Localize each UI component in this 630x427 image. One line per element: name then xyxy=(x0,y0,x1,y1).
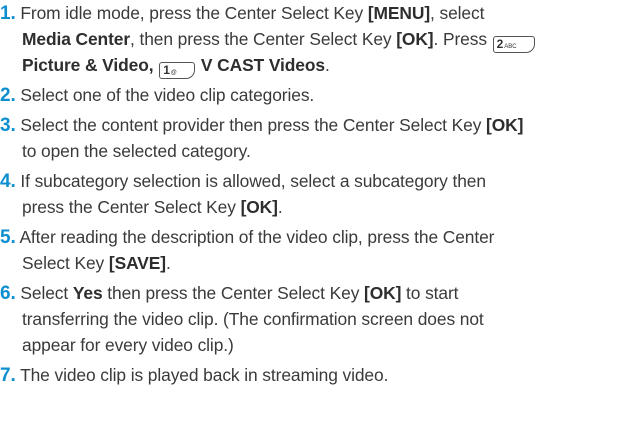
key-label: [MENU] xyxy=(367,3,431,23)
step-text: Select one of the video clip categories. xyxy=(20,85,315,105)
step-text: , xyxy=(148,55,159,75)
step-text: press the Center Select Key xyxy=(22,197,241,217)
step-text: appear for every video clip.) xyxy=(22,335,234,355)
step-text: Select Key xyxy=(22,253,109,273)
instruction-document: 1. From idle mode, press the Center Sele… xyxy=(0,0,630,427)
step-1-line-2: Media Center, then press the Center Sele… xyxy=(22,28,536,53)
step-text: After reading the description of the vid… xyxy=(19,227,495,247)
menu-item-label: Media Center xyxy=(22,29,131,49)
keypad-2-abc-icon: 2ABC xyxy=(492,36,535,53)
step-text: to open the selected category. xyxy=(22,141,251,161)
key-label: [OK] xyxy=(364,283,402,303)
step-text: . Press xyxy=(433,29,492,49)
step-1-line-1: 1. From idle mode, press the Center Sele… xyxy=(0,2,484,25)
step-number: 4. xyxy=(0,171,16,192)
step-number: 7. xyxy=(0,365,16,386)
step-7-line-1: 7. The video clip is played back in stre… xyxy=(0,364,388,387)
step-text: to start xyxy=(401,283,459,303)
step-1-line-3: Picture & Video, 1@ V CAST Videos. xyxy=(22,54,330,79)
step-text: From idle mode, press the Center Select … xyxy=(20,3,368,23)
key-label: [SAVE] xyxy=(108,253,166,273)
step-4-line-1: 4. If subcategory selection is allowed, … xyxy=(0,170,486,193)
step-text: . xyxy=(277,197,283,217)
step-number: 3. xyxy=(0,115,16,136)
step-text: . xyxy=(324,55,330,75)
step-text: then press the Center Select Key xyxy=(102,283,365,303)
key-label: [OK] xyxy=(396,29,434,49)
step-number: 1. xyxy=(0,3,16,24)
step-text: Select the content provider then press t… xyxy=(20,115,487,135)
step-text: , select xyxy=(430,3,485,23)
keypad-1-icon: 1@ xyxy=(159,62,196,79)
step-text: If subcategory selection is allowed, sel… xyxy=(20,171,486,191)
step-5-line-2: Select Key [SAVE]. xyxy=(22,252,171,274)
menu-item-label: Picture & Video xyxy=(22,55,149,75)
step-6-line-2: transferring the video clip. (The confir… xyxy=(22,308,484,330)
step-text: . xyxy=(165,253,171,273)
step-text: , then press the Center Select Key xyxy=(130,29,397,49)
step-number: 6. xyxy=(0,283,16,304)
step-5-line-1: 5. After reading the description of the … xyxy=(0,226,494,249)
step-6-line-3: appear for every video clip.) xyxy=(22,334,234,356)
key-label: [OK] xyxy=(486,115,524,135)
menu-item-label: V CAST Videos xyxy=(196,55,325,75)
step-number: 2. xyxy=(0,85,16,106)
step-2-line-1: 2. Select one of the video clip categori… xyxy=(0,84,314,107)
step-3-line-1: 3. Select the content provider then pres… xyxy=(0,114,523,137)
key-label: [OK] xyxy=(240,197,278,217)
step-3-line-2: to open the selected category. xyxy=(22,140,251,162)
step-number: 5. xyxy=(0,227,16,248)
step-4-line-2: press the Center Select Key [OK]. xyxy=(22,196,283,218)
step-text: The video clip is played back in streami… xyxy=(20,365,389,385)
step-text: Select xyxy=(20,283,73,303)
step-text: transferring the video clip. (The confir… xyxy=(22,309,484,329)
option-label: Yes xyxy=(72,283,103,303)
step-6-line-1: 6. Select Yes then press the Center Sele… xyxy=(0,282,458,305)
